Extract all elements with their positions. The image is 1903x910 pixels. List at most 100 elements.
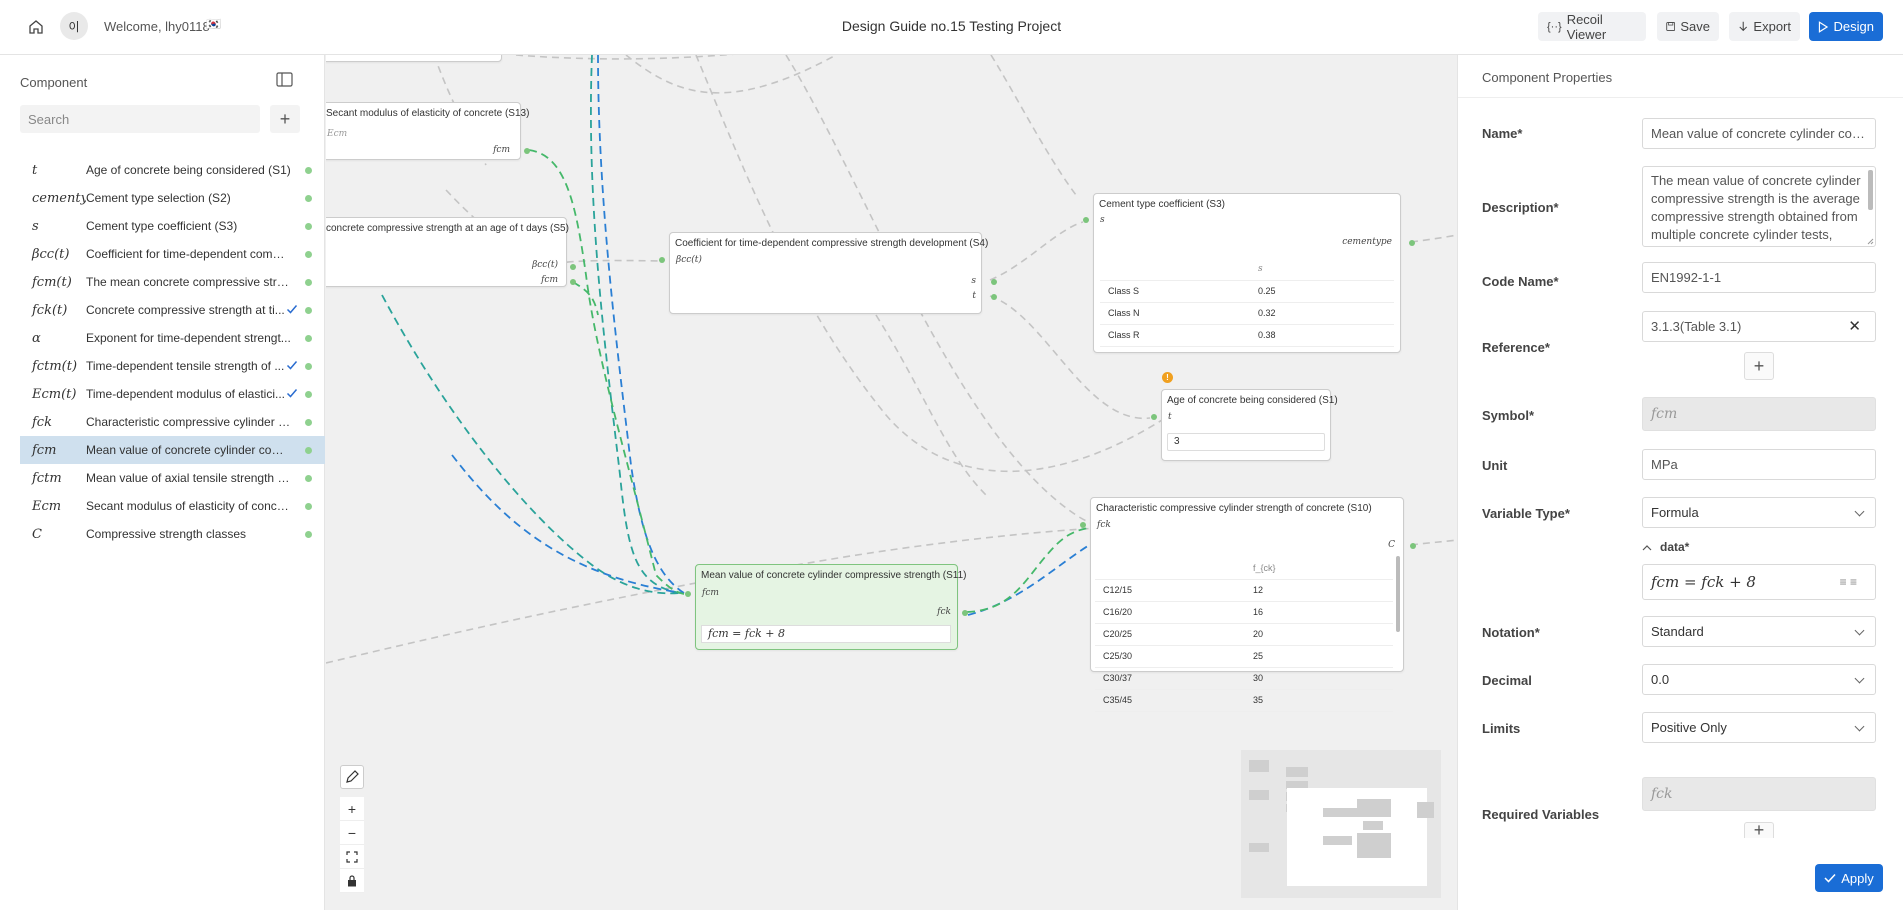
- minimap-node: [1249, 760, 1269, 772]
- item-symbol: fctm: [32, 470, 62, 486]
- save-button[interactable]: Save: [1657, 12, 1719, 41]
- apply-button[interactable]: Apply: [1815, 864, 1883, 892]
- check-icon: [286, 305, 298, 314]
- node-s13[interactable]: Secant modulus of elasticity of concrete…: [326, 102, 530, 160]
- node-input-symbol: fcm: [702, 588, 719, 598]
- download-arrow-icon: [1739, 21, 1748, 32]
- list-item[interactable]: fcm(t) The mean concrete compressive str…: [20, 268, 325, 296]
- list-item[interactable]: s Cement type coefficient (S3): [20, 212, 325, 240]
- add-required-variable-button[interactable]: +: [1744, 820, 1774, 840]
- table-cell: 0.38: [1250, 324, 1394, 347]
- node-s5[interactable]: concrete compressive strength at an age …: [326, 217, 576, 287]
- formula-format-icon[interactable]: ≡ ≡: [1840, 565, 1857, 599]
- home-button[interactable]: [24, 15, 48, 39]
- table-scrollbar[interactable]: [1396, 556, 1400, 632]
- node-s11[interactable]: Mean value of concrete cylinder compress…: [685, 564, 968, 650]
- limits-select[interactable]: Positive Only: [1642, 712, 1876, 743]
- list-item[interactable]: Ecm(t) Time-dependent modulus of elastic…: [20, 380, 325, 408]
- resize-handle-icon[interactable]: [1867, 238, 1874, 245]
- warning-icon[interactable]: !: [1162, 372, 1173, 383]
- data-formula-field[interactable]: fcm = fck + 8 ≡ ≡: [1642, 564, 1876, 600]
- output-port[interactable]: [962, 610, 968, 616]
- design-button[interactable]: Design: [1809, 12, 1883, 41]
- edge: [989, 221, 1084, 281]
- edge: [381, 294, 681, 595]
- lock-button[interactable]: [340, 869, 364, 893]
- list-item[interactable]: fctm(t) Time-dependent tensile strength …: [20, 352, 325, 380]
- item-symbol: fctm(t): [32, 358, 78, 374]
- add-component-button[interactable]: +: [270, 105, 300, 133]
- node-title: Cement type coefficient (S3): [1099, 199, 1225, 210]
- node-value-input[interactable]: 3: [1167, 433, 1325, 451]
- description-textarea[interactable]: The mean value of concrete cylinder comp…: [1642, 166, 1876, 247]
- node-formula[interactable]: fcm = fck + 8: [701, 625, 951, 643]
- input-port[interactable]: [1080, 522, 1086, 528]
- input-port[interactable]: [1083, 217, 1089, 223]
- list-item[interactable]: Ecm Secant modulus of elasticity of conc…: [20, 492, 325, 520]
- list-item[interactable]: t Age of concrete being considered (S1): [20, 156, 325, 184]
- canvas-toolbar: + −: [340, 765, 364, 893]
- node-s4[interactable]: Coefficient for time-dependent compressi…: [659, 232, 997, 314]
- list-item-selected[interactable]: fcm Mean value of concrete cylinder comp…: [20, 436, 325, 464]
- node-s3[interactable]: Cement type coefficient (S3) s cementype…: [1083, 193, 1415, 353]
- sidebar-toggle-icon[interactable]: [276, 72, 293, 87]
- graph-canvas[interactable]: Secant modulus of elasticity of concrete…: [326, 55, 1457, 910]
- name-field[interactable]: Mean value of concrete cylinder compress…: [1642, 118, 1876, 149]
- export-button[interactable]: Export: [1729, 12, 1800, 41]
- input-port[interactable]: [685, 591, 691, 597]
- output-port[interactable]: [991, 294, 997, 300]
- plus-icon: +: [1753, 820, 1765, 840]
- zoom-out-button[interactable]: −: [340, 821, 364, 845]
- edit-tool-button[interactable]: [340, 765, 364, 789]
- item-symbol: fcm: [32, 442, 57, 458]
- notation-select[interactable]: Standard: [1642, 616, 1876, 647]
- recoil-viewer-button[interactable]: {··} Recoil Viewer: [1538, 12, 1646, 42]
- node-output-symbol: cementype: [1342, 237, 1392, 247]
- status-dot: [305, 391, 312, 398]
- textarea-scrollbar[interactable]: [1868, 170, 1873, 210]
- data-table: f_{ck} C12/15 12 C16/20 16 C20/25 20 C25/30…: [1095, 557, 1393, 712]
- edge: [1410, 234, 1457, 243]
- list-item[interactable]: fck(t) Concrete compressive strength at …: [20, 296, 325, 324]
- zoom-in-button[interactable]: +: [340, 797, 364, 821]
- list-item[interactable]: βcc(t) Coefficient for time-dependent co…: [20, 240, 325, 268]
- close-icon[interactable]: ✕: [1848, 312, 1861, 341]
- node-s10[interactable]: Characteristic compressive cylinder stre…: [1080, 497, 1416, 712]
- decimal-label: Decimal: [1482, 673, 1532, 688]
- lock-icon: [348, 874, 356, 886]
- fit-view-button[interactable]: [340, 845, 364, 869]
- unit-field[interactable]: MPa: [1642, 449, 1876, 480]
- minimap[interactable]: [1241, 750, 1441, 898]
- list-item[interactable]: fctm Mean value of axial tensile strengt…: [20, 464, 325, 492]
- input-port[interactable]: [1151, 414, 1157, 420]
- data-section-toggle[interactable]: data*: [1642, 540, 1689, 554]
- list-item[interactable]: C Compressive strength classes: [20, 520, 325, 548]
- node-partial-top[interactable]: [326, 55, 502, 62]
- output-port[interactable]: [991, 279, 997, 285]
- item-symbol: fcm(t): [32, 274, 72, 290]
- input-port[interactable]: [659, 257, 665, 263]
- list-item[interactable]: fck Characteristic compressive cylinder …: [20, 408, 325, 436]
- reference-field[interactable]: 3.1.3(Table 3.1) ✕: [1642, 311, 1876, 342]
- save-icon: [1666, 22, 1676, 31]
- add-reference-button[interactable]: +: [1744, 352, 1774, 380]
- search-input[interactable]: [20, 105, 260, 133]
- output-port[interactable]: [1409, 240, 1415, 246]
- list-item[interactable]: α Exponent for time-dependent strengt...: [20, 324, 325, 352]
- output-port[interactable]: [524, 148, 530, 154]
- output-port[interactable]: [570, 264, 576, 270]
- output-port[interactable]: [1410, 543, 1416, 549]
- table-cell: 25: [1245, 645, 1393, 668]
- node-s1[interactable]: Age of concrete being considered (S1) t …: [1151, 389, 1338, 461]
- code-name-field[interactable]: EN1992-1-1: [1642, 262, 1876, 293]
- decimal-select[interactable]: 0.0: [1642, 664, 1876, 695]
- avatar[interactable]: 이: [60, 12, 88, 40]
- variable-type-select[interactable]: Formula: [1642, 497, 1876, 528]
- list-item[interactable]: cementype Cement type selection (S2): [20, 184, 325, 212]
- flag-icon: 🇰🇷: [206, 17, 221, 31]
- node-output-symbol: βcc(t): [532, 260, 558, 270]
- minimap-node: [1323, 836, 1352, 845]
- output-port[interactable]: [570, 279, 576, 285]
- table-cell: C20/25: [1095, 623, 1245, 646]
- status-dot: [305, 335, 312, 342]
